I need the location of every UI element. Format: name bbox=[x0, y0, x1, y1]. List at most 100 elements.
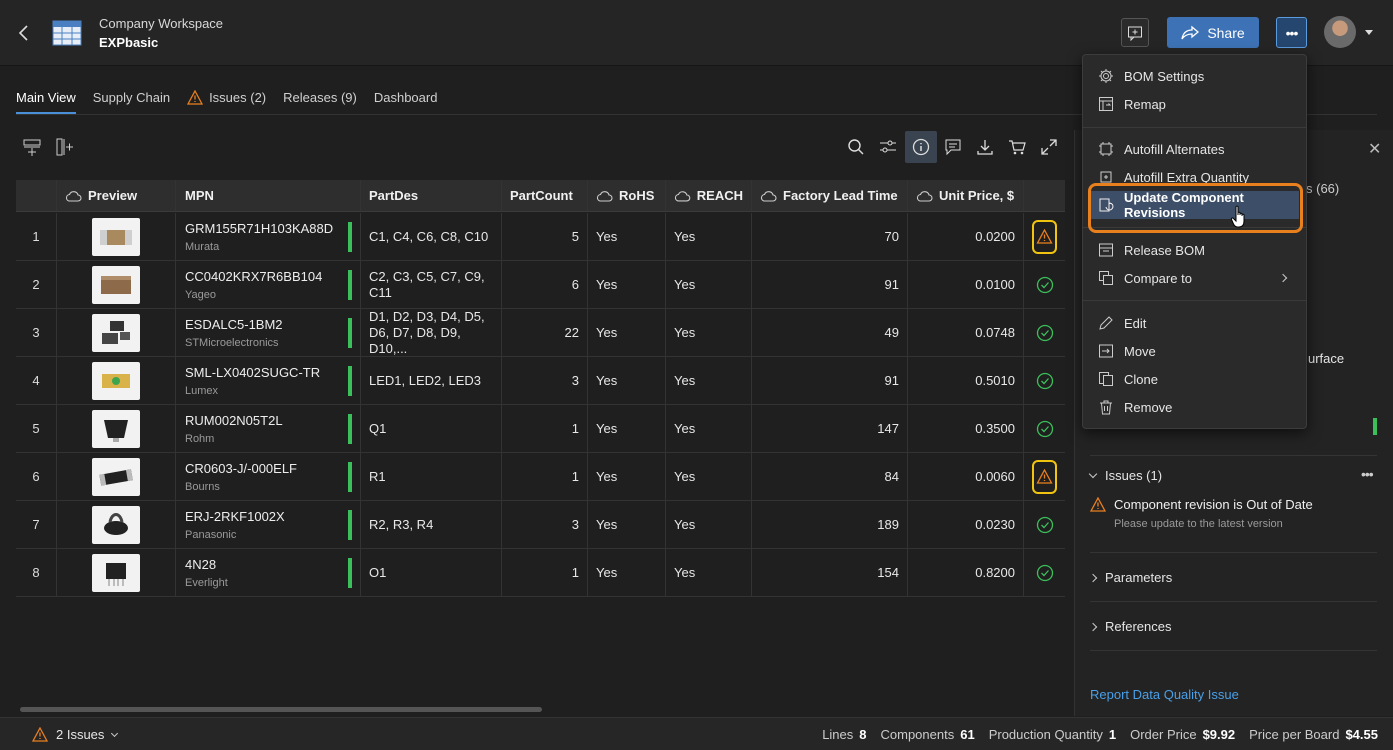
mpn-cell[interactable]: GRM155R71H103KA88D Murata bbox=[176, 213, 361, 260]
filter-sliders-icon[interactable] bbox=[877, 136, 899, 158]
reach-cell[interactable]: Yes bbox=[666, 261, 752, 308]
menu-item-autofill-alternates[interactable]: Autofill Alternates bbox=[1083, 135, 1306, 163]
tab-releases[interactable]: Releases (9) bbox=[283, 84, 357, 114]
unit-price-cell[interactable]: 0.5010 bbox=[908, 357, 1024, 404]
horizontal-scrollbar[interactable] bbox=[20, 707, 542, 712]
add-row-icon[interactable] bbox=[21, 136, 43, 158]
table-row[interactable]: 6 CR0603-J/-000ELF Bourns R1 1 Yes Yes 84 0.0060 bbox=[16, 453, 1065, 501]
back-arrow-icon[interactable] bbox=[16, 22, 32, 44]
rohs-cell[interactable]: Yes bbox=[588, 405, 666, 452]
rohs-cell[interactable]: Yes bbox=[588, 501, 666, 548]
lead-time-cell[interactable]: 84 bbox=[752, 453, 908, 500]
row-status[interactable] bbox=[1024, 453, 1065, 500]
partcount-cell[interactable]: 22 bbox=[502, 309, 588, 356]
rohs-cell[interactable]: Yes bbox=[588, 309, 666, 356]
partcount-cell[interactable]: 3 bbox=[502, 501, 588, 548]
issues-more-icon[interactable]: ••• bbox=[1361, 466, 1374, 482]
mpn-cell[interactable]: ESDALC5-1BM2 STMicroelectronics bbox=[176, 309, 361, 356]
header-rohs[interactable]: RoHS bbox=[588, 180, 666, 211]
row-status[interactable] bbox=[1024, 309, 1065, 356]
menu-item-remap[interactable]: Remap bbox=[1083, 90, 1306, 118]
mpn-cell[interactable]: ERJ-2RKF1002X Panasonic bbox=[176, 501, 361, 548]
rohs-cell[interactable]: Yes bbox=[588, 357, 666, 404]
reach-cell[interactable]: Yes bbox=[666, 549, 752, 596]
mpn-cell[interactable]: SML-LX0402SUGC-TR Lumex bbox=[176, 357, 361, 404]
partcount-cell[interactable]: 3 bbox=[502, 357, 588, 404]
partdes-cell[interactable]: R1 bbox=[361, 453, 502, 500]
menu-item-move[interactable]: Move bbox=[1083, 337, 1306, 365]
issues-summary-button[interactable]: 2 Issues bbox=[32, 727, 119, 742]
tab-supply-chain[interactable]: Supply Chain bbox=[93, 84, 170, 114]
partcount-cell[interactable]: 1 bbox=[502, 405, 588, 452]
lead-time-cell[interactable]: 189 bbox=[752, 501, 908, 548]
lead-time-cell[interactable]: 154 bbox=[752, 549, 908, 596]
partcount-cell[interactable]: 1 bbox=[502, 453, 588, 500]
lead-time-cell[interactable]: 147 bbox=[752, 405, 908, 452]
cart-icon[interactable] bbox=[1006, 136, 1028, 158]
menu-item-bom-settings[interactable]: BOM Settings bbox=[1083, 62, 1306, 90]
row-status[interactable] bbox=[1024, 213, 1065, 260]
tab-issues[interactable]: Issues (2) bbox=[187, 84, 266, 114]
reach-cell[interactable]: Yes bbox=[666, 357, 752, 404]
header-partdes[interactable]: PartDes bbox=[361, 180, 502, 211]
unit-price-cell[interactable]: 0.0100 bbox=[908, 261, 1024, 308]
table-row[interactable]: 5 RUM002N05T2L Rohm Q1 1 Yes Yes 147 0.3500 bbox=[16, 405, 1065, 453]
parameters-section-header[interactable]: Parameters bbox=[1088, 570, 1172, 585]
table-row[interactable]: 3 ESDALC5-1BM2 STMicroelectronics D1, D2, D… bbox=[16, 309, 1065, 357]
mpn-cell[interactable]: CC0402KRX7R6BB104 Yageo bbox=[176, 261, 361, 308]
tab-dashboard[interactable]: Dashboard bbox=[374, 84, 438, 114]
menu-item-edit[interactable]: Edit bbox=[1083, 309, 1306, 337]
partdes-cell[interactable]: Q1 bbox=[361, 405, 502, 452]
row-status[interactable] bbox=[1024, 357, 1065, 404]
header-preview[interactable]: Preview bbox=[57, 180, 176, 211]
reach-cell[interactable]: Yes bbox=[666, 213, 752, 260]
rohs-cell[interactable]: Yes bbox=[588, 453, 666, 500]
header-mpn[interactable]: MPN bbox=[176, 180, 361, 211]
table-row[interactable]: 2 CC0402KRX7R6BB104 Yageo C2, C3, C5, C7, C… bbox=[16, 261, 1065, 309]
report-data-quality-link[interactable]: Report Data Quality Issue bbox=[1090, 687, 1239, 702]
menu-item-compare-to[interactable]: Compare to bbox=[1083, 264, 1306, 292]
rohs-cell[interactable]: Yes bbox=[588, 549, 666, 596]
info-icon[interactable] bbox=[905, 131, 937, 163]
mpn-cell[interactable]: 4N28 Everlight bbox=[176, 549, 361, 596]
reach-cell[interactable]: Yes bbox=[666, 501, 752, 548]
header-partcount[interactable]: PartCount bbox=[502, 180, 588, 211]
row-status[interactable] bbox=[1024, 261, 1065, 308]
partdes-cell[interactable]: C1, C4, C6, C8, C10 bbox=[361, 213, 502, 260]
partdes-cell[interactable]: LED1, LED2, LED3 bbox=[361, 357, 502, 404]
user-avatar[interactable] bbox=[1324, 16, 1356, 48]
partcount-cell[interactable]: 1 bbox=[502, 549, 588, 596]
partdes-cell[interactable]: D1, D2, D3, D4, D5, D6, D7, D8, D9, D10,… bbox=[361, 309, 502, 356]
tab-main-view[interactable]: Main View bbox=[16, 84, 76, 114]
row-status[interactable] bbox=[1024, 501, 1065, 548]
references-section-header[interactable]: References bbox=[1088, 619, 1171, 634]
partcount-cell[interactable]: 5 bbox=[502, 213, 588, 260]
unit-price-cell[interactable]: 0.0230 bbox=[908, 501, 1024, 548]
comments-icon[interactable] bbox=[942, 136, 964, 158]
table-row[interactable]: 1 GRM155R71H103KA88D Murata C1, C4, C6, C8,… bbox=[16, 213, 1065, 261]
lead-time-cell[interactable]: 91 bbox=[752, 261, 908, 308]
header-factory-lead-time[interactable]: Factory Lead Time bbox=[752, 180, 908, 211]
caret-down-icon[interactable] bbox=[1365, 30, 1373, 35]
partdes-cell[interactable]: R2, R3, R4 bbox=[361, 501, 502, 548]
download-icon[interactable] bbox=[974, 136, 996, 158]
header-reach[interactable]: REACH bbox=[666, 180, 752, 211]
rohs-cell[interactable]: Yes bbox=[588, 261, 666, 308]
unit-price-cell[interactable]: 0.0200 bbox=[908, 213, 1024, 260]
mpn-cell[interactable]: RUM002N05T2L Rohm bbox=[176, 405, 361, 452]
lead-time-cell[interactable]: 91 bbox=[752, 357, 908, 404]
table-row[interactable]: 4 SML-LX0402SUGC-TR Lumex LED1, LED2, LED3 3… bbox=[16, 357, 1065, 405]
mpn-cell[interactable]: CR0603-J/-000ELF Bourns bbox=[176, 453, 361, 500]
more-options-button[interactable]: ••• bbox=[1276, 17, 1307, 48]
expand-icon[interactable] bbox=[1038, 136, 1060, 158]
menu-item-remove[interactable]: Remove bbox=[1083, 393, 1306, 421]
table-row[interactable]: 8 4N28 Everlight O1 1 Yes Yes 154 0.8200 bbox=[16, 549, 1065, 597]
unit-price-cell[interactable]: 0.0060 bbox=[908, 453, 1024, 500]
row-status[interactable] bbox=[1024, 549, 1065, 596]
table-row[interactable]: 7 ERJ-2RKF1002X Panasonic R2, R3, R4 3 Yes Yes… bbox=[16, 501, 1065, 549]
header-unit-price[interactable]: Unit Price, $ bbox=[908, 180, 1024, 211]
reach-cell[interactable]: Yes bbox=[666, 405, 752, 452]
partdes-cell[interactable]: O1 bbox=[361, 549, 502, 596]
add-column-icon[interactable] bbox=[53, 136, 75, 158]
partdes-cell[interactable]: C2, C3, C5, C7, C9, C11 bbox=[361, 261, 502, 308]
